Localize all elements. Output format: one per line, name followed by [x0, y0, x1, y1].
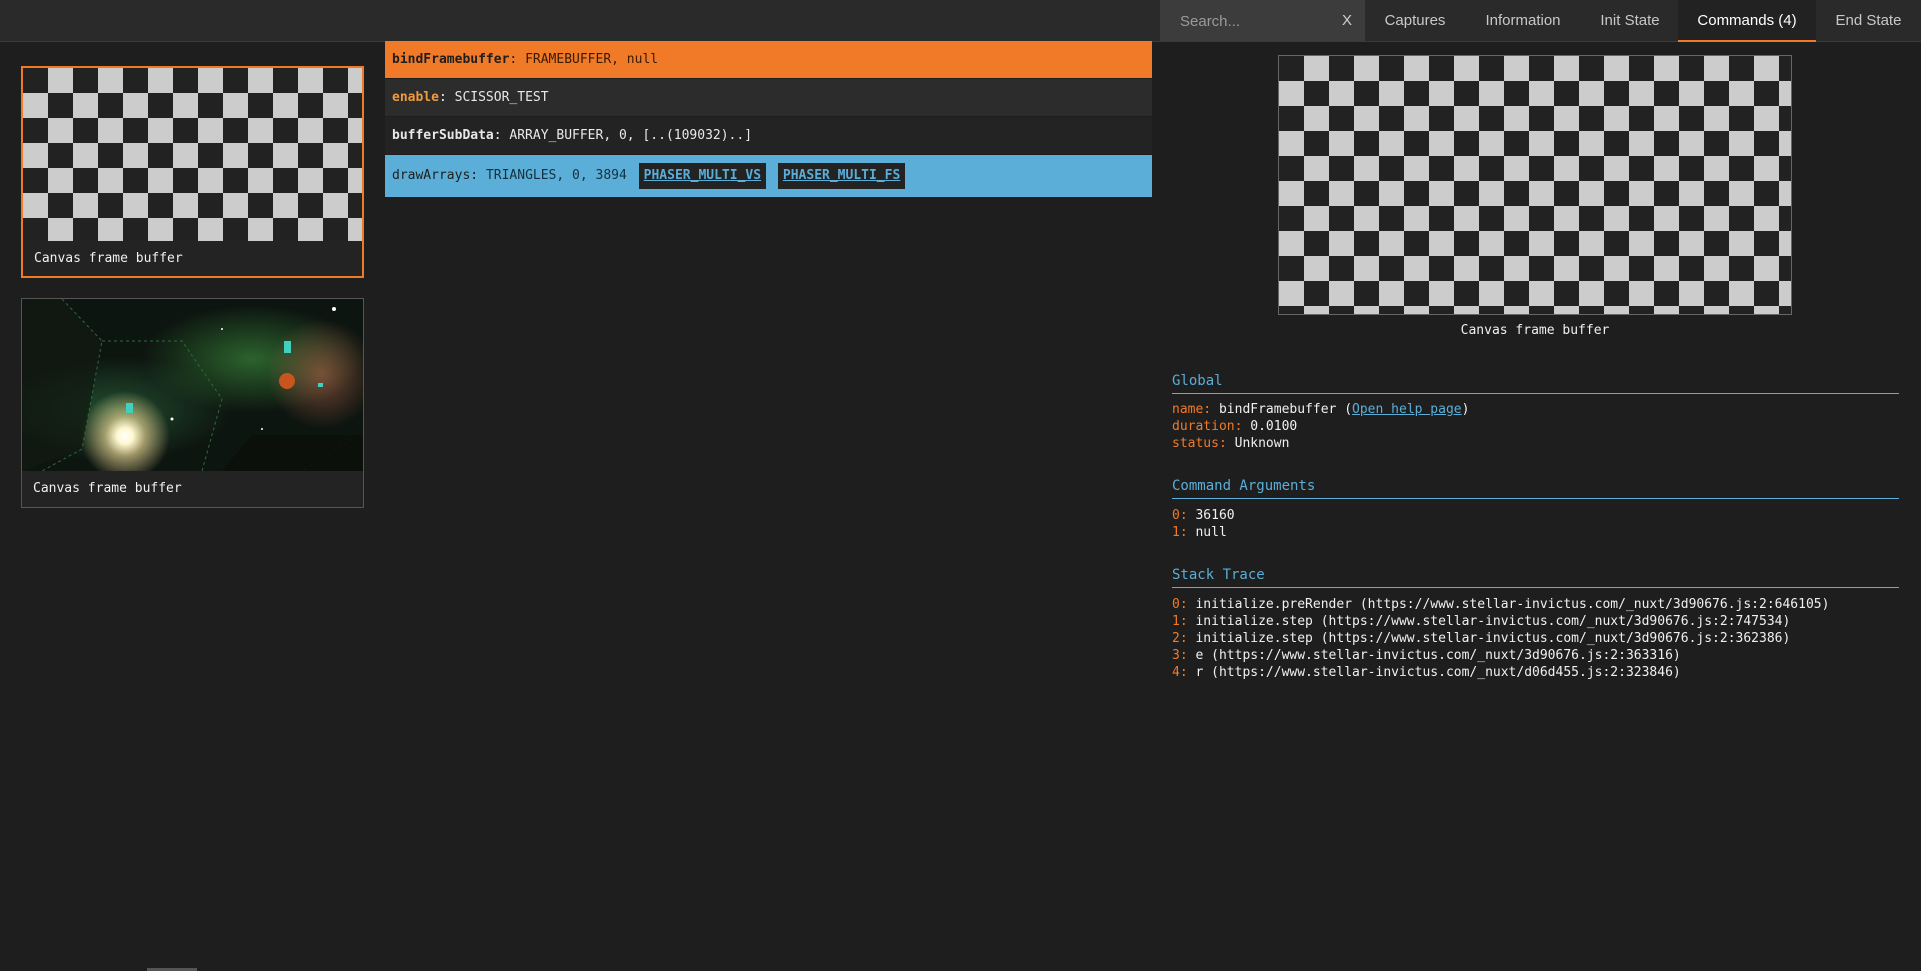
- app-root: X Captures Information Init State Comman…: [0, 0, 1921, 971]
- command-name: bufferSubData: [392, 128, 494, 143]
- command-row-drawarrays[interactable]: drawArrays: TRIANGLES, 0, 3894 PHASER_MU…: [385, 155, 1152, 197]
- tab-information[interactable]: Information: [1464, 0, 1582, 41]
- name-key: name:: [1172, 402, 1212, 417]
- duration-value: 0.0100: [1250, 419, 1298, 434]
- command-args: ARRAY_BUFFER, 0, [..(109032)..]: [509, 128, 753, 143]
- stack-trace-row: 3: e (https://www.stellar-invictus.com/_…: [1172, 648, 1681, 663]
- global-name-row: name: bindFramebuffer (Open help page): [1172, 402, 1470, 417]
- command-row-enable[interactable]: enable: SCISSOR_TEST: [385, 79, 1152, 116]
- checkerboard-image: [23, 68, 362, 241]
- stack-trace-row: 4: r (https://www.stellar-invictus.com/_…: [1172, 665, 1681, 680]
- stack-frame: e (https://www.stellar-invictus.com/_nux…: [1195, 648, 1681, 663]
- game-frame-image: [22, 299, 363, 471]
- argument-index: 1:: [1172, 525, 1188, 540]
- command-args: FRAMEBUFFER, null: [525, 52, 659, 67]
- visual-thumbnail-selected[interactable]: Canvas frame buffer: [21, 66, 364, 278]
- stack-index: 4:: [1172, 665, 1188, 680]
- command-row-bindframebuffer[interactable]: bindFramebuffer: FRAMEBUFFER, null: [385, 41, 1152, 78]
- command-name: bindFramebuffer: [392, 52, 510, 67]
- global-duration-row: duration: 0.0100: [1172, 419, 1297, 434]
- command-name: enable: [392, 90, 439, 105]
- tab-captures[interactable]: Captures: [1366, 0, 1464, 41]
- stack-trace-row: 0: initialize.preRender (https://www.ste…: [1172, 597, 1829, 612]
- search-box: X: [1160, 0, 1365, 43]
- tab-end-state[interactable]: End State: [1816, 0, 1921, 41]
- search-clear-button[interactable]: X: [1336, 0, 1358, 41]
- stack-frame: r (https://www.stellar-invictus.com/_nux…: [1195, 665, 1681, 680]
- hex-grid-overlay: [22, 299, 363, 471]
- global-status-row: status: Unknown: [1172, 436, 1289, 451]
- stack-trace-row: 1: initialize.step (https://www.stellar-…: [1172, 614, 1790, 629]
- status-value: Unknown: [1234, 436, 1290, 451]
- argument-value: 36160: [1195, 508, 1235, 523]
- fragment-shader-link[interactable]: PHASER_MULTI_FS: [777, 162, 906, 189]
- command-args: SCISSOR_TEST: [454, 90, 549, 105]
- status-key: status:: [1172, 436, 1227, 451]
- argument-row: 1: null: [1172, 525, 1227, 540]
- argument-value: null: [1195, 525, 1227, 540]
- argument-index: 0:: [1172, 508, 1188, 523]
- arguments-section-title: Command Arguments: [1172, 478, 1899, 499]
- stack-index: 0:: [1172, 597, 1188, 612]
- tab-commands[interactable]: Commands (4): [1678, 0, 1816, 42]
- stack-index: 1:: [1172, 614, 1188, 629]
- visual-label: Canvas frame buffer: [33, 481, 182, 496]
- stack-trace-row: 2: initialize.step (https://www.stellar-…: [1172, 631, 1790, 646]
- stack-frame: initialize.step (https://www.stellar-inv…: [1195, 614, 1791, 629]
- help-page-link[interactable]: Open help page: [1352, 402, 1462, 417]
- stack-frame: initialize.step (https://www.stellar-inv…: [1195, 631, 1791, 646]
- stack-index: 2:: [1172, 631, 1188, 646]
- duration-key: duration:: [1172, 419, 1243, 434]
- command-args: TRIANGLES, 0, 3894: [485, 168, 627, 183]
- global-section-title: Global: [1172, 373, 1899, 394]
- argument-row: 0: 36160: [1172, 508, 1235, 523]
- tab-init-state[interactable]: Init State: [1582, 0, 1678, 41]
- search-input[interactable]: [1178, 0, 1337, 43]
- stack-frame: initialize.preRender (https://www.stella…: [1195, 597, 1830, 612]
- vertex-shader-link[interactable]: PHASER_MULTI_VS: [638, 162, 767, 189]
- stack-trace-section-title: Stack Trace: [1172, 567, 1899, 588]
- preview-label: Canvas frame buffer: [1460, 323, 1610, 338]
- stack-index: 3:: [1172, 648, 1188, 663]
- command-visual-preview: [1278, 55, 1792, 315]
- command-row-buffersubdata[interactable]: bufferSubData: ARRAY_BUFFER, 0, [..(1090…: [385, 117, 1152, 154]
- command-name: drawArrays: [392, 168, 471, 183]
- name-value: bindFramebuffer: [1218, 402, 1337, 417]
- visual-label: Canvas frame buffer: [34, 251, 183, 266]
- top-bar: X Captures Information Init State Comman…: [0, 0, 1921, 43]
- visual-thumbnail[interactable]: Canvas frame buffer: [21, 298, 364, 508]
